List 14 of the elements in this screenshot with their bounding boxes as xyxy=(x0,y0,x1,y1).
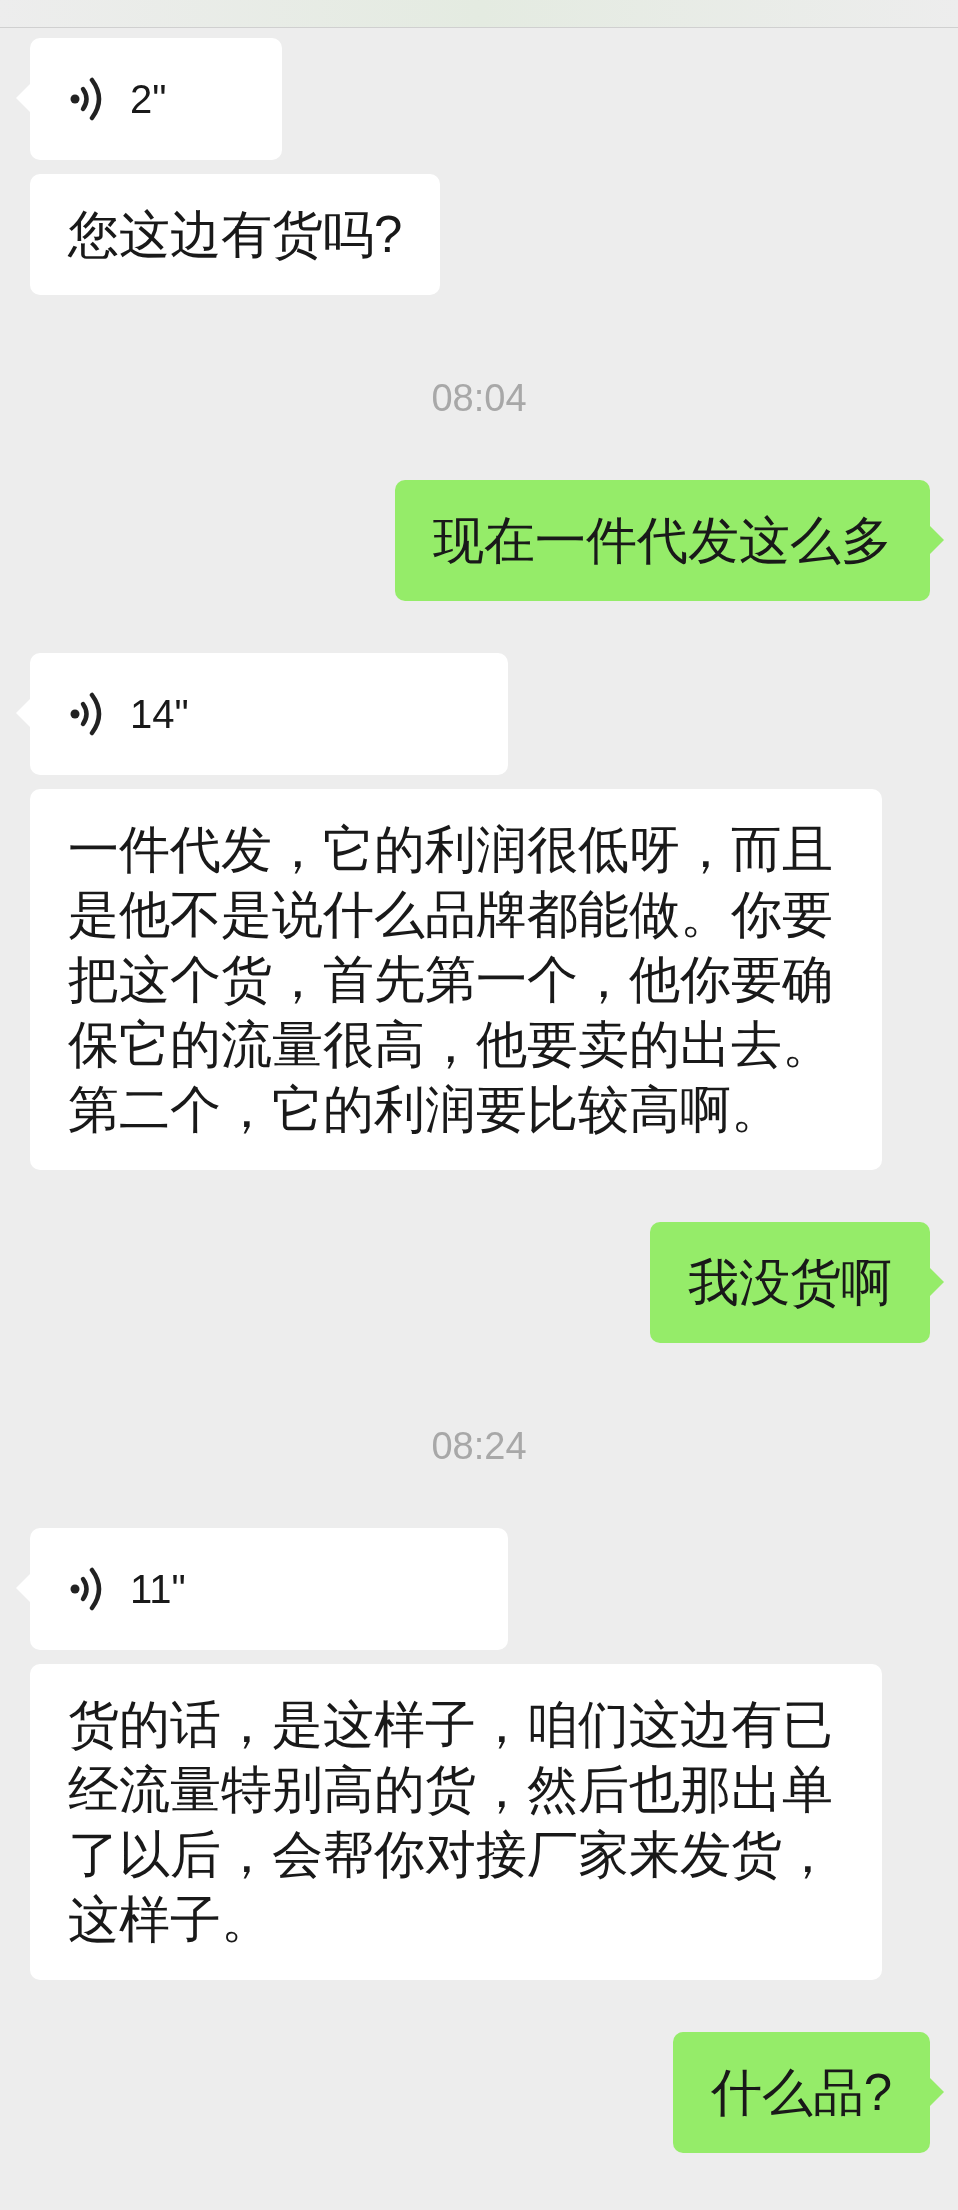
voice-message-bubble[interactable]: 11" xyxy=(30,1528,508,1650)
message-bubble: 什么品? xyxy=(672,2032,930,2153)
message-bubble: 货的话，是这样子，咱们这边有已经流量特别高的货，然后也那出单了以后，会帮你对接厂家来发货，这样子。 xyxy=(30,1664,882,1980)
voice-message-bubble[interactable]: 14" xyxy=(30,653,508,775)
message-bubble: 我没货啊 xyxy=(650,1222,930,1343)
voice-message-bubble[interactable]: 2" xyxy=(30,38,282,160)
message-bubble: 您这边有货吗? xyxy=(30,174,441,295)
voice-duration: 2" xyxy=(130,76,167,123)
timestamp: 08:04 xyxy=(431,376,527,421)
message-bubble: 现在一件代发这么多 xyxy=(395,480,930,601)
voice-duration: 14" xyxy=(130,691,189,738)
message-bubble: 一件代发，它的利润很低呀，而且是他不是说什么品牌都能做。你要把这个货，首先第一个，他你要确保它的流量很高，他要卖的出去。第二个，它的利润要比较高啊。 xyxy=(30,789,882,1170)
voice-duration: 11" xyxy=(130,1566,186,1613)
timestamp: 08:24 xyxy=(431,1424,527,1469)
